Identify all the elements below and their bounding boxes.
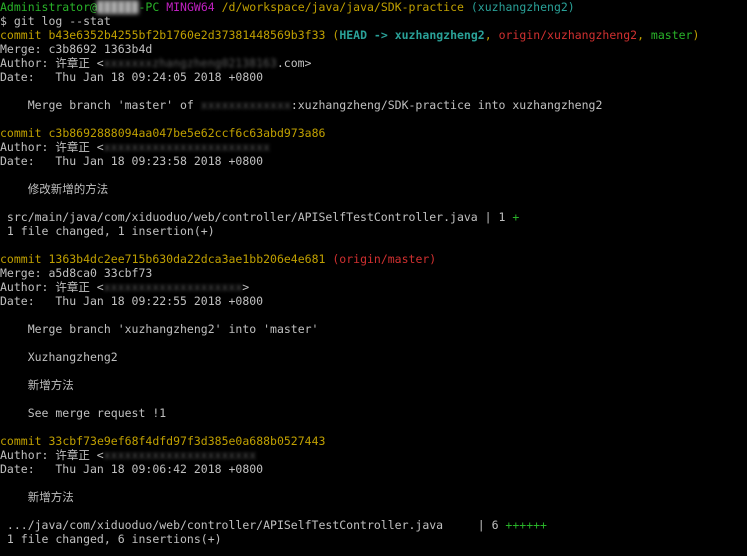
commit-hash: b43e6352b4255bf2b1760e2d37381448569b3f33 — [48, 28, 326, 42]
message-text: Merge branch 'master' of — [0, 98, 201, 112]
commit-hash: 1363b4dc2ee715b630da22dca3ae1bb206e4e681 — [48, 252, 326, 266]
message-tail: :xuzhangzheng/SDK-practice into xuzhangz… — [290, 98, 603, 112]
refs-separator: , — [637, 28, 651, 42]
author-label: Author: 许章正 < — [0, 448, 104, 462]
refs-separator: , — [484, 28, 499, 42]
commit-line: commit 33cbf73e9ef68f4dfd97f3d385e0a688b… — [0, 434, 325, 448]
author-label: Author: 许章正 < — [0, 140, 104, 154]
merge-line: Merge: c3b8692 1363b4d — [0, 42, 153, 56]
prompt-path: /d/workspace/java/java/SDK-practice — [221, 0, 464, 14]
author-line: Author: 许章正 <xxxxxxxxxxxxxxxxxxxxxxxx — [0, 140, 270, 154]
merge-line: Merge: a5d8ca0 33cbf73 — [0, 266, 153, 280]
head-ref: HEAD -> xuzhangzheng2 — [339, 28, 485, 42]
author-email-tail: .com> — [276, 56, 312, 70]
redacted-email: xxxxxxxxxxxxxxxxxxxxxx — [103, 448, 257, 462]
stat-file-line: .../java/com/xiduoduo/web/controller/API… — [0, 518, 547, 532]
origin-master-ref: (origin/master) — [332, 252, 437, 266]
stat-file: .../java/com/xiduoduo/web/controller/API… — [0, 518, 506, 532]
stat-file-line: src/main/java/com/xiduoduo/web/controlle… — [0, 210, 519, 224]
author-email-tail: > — [242, 280, 250, 294]
commit-label: commit — [0, 252, 42, 266]
commit-message: 修改新增的方法 — [0, 182, 109, 196]
redacted-email: xxxxxxxxxxxxxxxxxxxxxxxx — [103, 140, 270, 154]
prompt-line: Administrator@██████-PC MINGW64 /d/works… — [0, 0, 575, 14]
commit-line: commit 1363b4dc2ee715b630da22dca3ae1bb20… — [0, 252, 436, 266]
prompt-shell: MINGW64 — [166, 0, 215, 14]
commit-label: commit — [0, 126, 42, 140]
commit-message: 新增方法 — [0, 378, 74, 392]
refs-close: ) — [692, 28, 700, 42]
date-line: Date: Thu Jan 18 09:23:58 2018 +0800 — [0, 154, 264, 168]
stat-plus: + — [512, 210, 520, 224]
date-line: Date: Thu Jan 18 09:24:05 2018 +0800 — [0, 70, 264, 84]
redacted-host: xxxxxxxxxxxxx — [200, 98, 291, 112]
commit-message: 新增方法 — [0, 490, 74, 504]
commit-label: commit — [0, 28, 42, 42]
commit-hash: 33cbf73e9ef68f4dfd97f3d385e0a688b0527443 — [48, 434, 326, 448]
master-ref: master — [650, 28, 693, 42]
author-line: Author: 许章正 <xxxxxxxxxxxxxxxxxxxx> — [0, 280, 249, 294]
origin-ref: origin/xuzhangzheng2 — [498, 28, 638, 42]
stat-summary: 1 file changed, 1 insertion(+) — [0, 224, 215, 238]
commit-message: See merge request !1 — [0, 406, 167, 420]
commit-line: commit c3b8692888094aa047be5e62ccf6c63ab… — [0, 126, 325, 140]
redacted-email: xxxxxxxxxxxxxxxxxxxx — [103, 280, 243, 294]
commit-hash: c3b8692888094aa047be5e62ccf6c63abd973a86 — [48, 126, 326, 140]
author-line: Author: 许章正 <xxxxxxxzhangzheng02138163.c… — [0, 56, 311, 70]
author-line: Author: 许章正 <xxxxxxxxxxxxxxxxxxxxxx — [0, 448, 256, 462]
commit-message: Xuzhangzheng2 — [0, 350, 118, 364]
command-line: $ git log --stat — [0, 14, 111, 28]
prompt-user: Administrator@ — [0, 0, 97, 14]
stat-plus: ++++++ — [505, 518, 547, 532]
stat-summary: 1 file changed, 6 insertions(+) — [0, 532, 222, 546]
date-line: Date: Thu Jan 18 09:22:55 2018 +0800 — [0, 294, 264, 308]
author-label: Author: 许章正 < — [0, 56, 104, 70]
prompt-branch: (xuzhangzheng2) — [470, 0, 575, 14]
commit-line: commit b43e6352b4255bf2b1760e2d373814485… — [0, 28, 699, 42]
commit-message: Merge branch 'xuzhangzheng2' into 'maste… — [0, 322, 319, 336]
author-label: Author: 许章正 < — [0, 280, 104, 294]
terminal-window[interactable]: Administrator@██████-PC MINGW64 /d/works… — [0, 0, 747, 556]
stat-file: src/main/java/com/xiduoduo/web/controlle… — [0, 210, 513, 224]
redacted-email: xxxxxxxzhangzheng02138163 — [103, 56, 277, 70]
redacted-hostname: ██████ — [96, 0, 139, 14]
date-line: Date: Thu Jan 18 09:06:42 2018 +0800 — [0, 462, 264, 476]
prompt-host-suffix: -PC — [138, 0, 160, 14]
commit-label: commit — [0, 434, 42, 448]
commit-message: Merge branch 'master' of xxxxxxxxxxxxx:x… — [0, 98, 603, 112]
